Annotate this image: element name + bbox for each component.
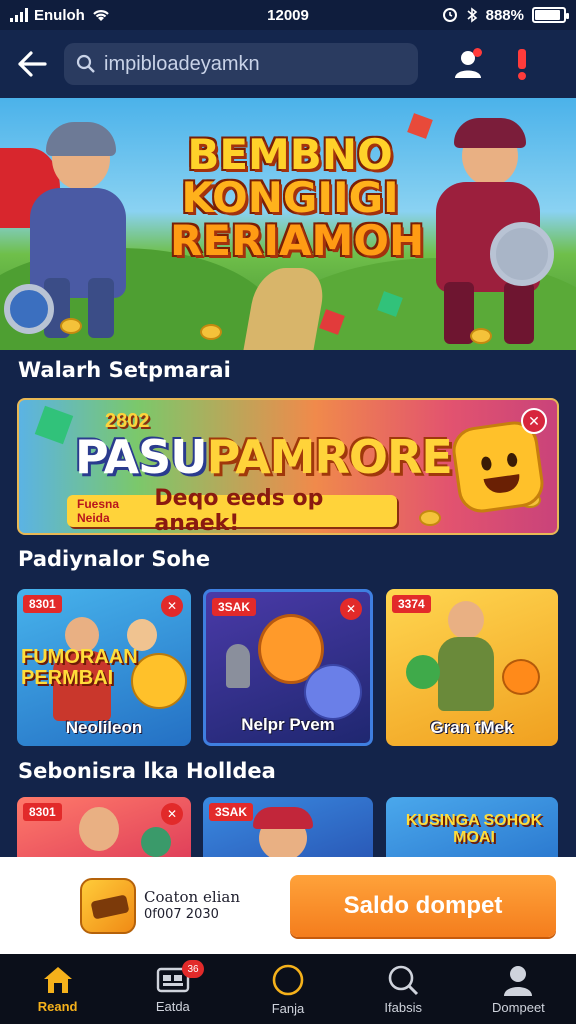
hero-banner[interactable]: BEMBNO KONGIIGI RERIAMOH <box>0 98 576 350</box>
game-card[interactable]: 3SAK <box>203 797 373 857</box>
nav-label-search: Ifabsis <box>384 999 422 1015</box>
circle-icon <box>272 964 304 995</box>
promo-close-button[interactable]: ✕ <box>521 408 547 434</box>
nav-label-home: Reand <box>37 998 78 1014</box>
clock: 12009 <box>267 6 309 24</box>
bottom-navigation: Reand Eatda Fanja Ifabsis Dompeet 36 <box>0 954 576 1024</box>
nav-item-circle[interactable]: Fanja <box>230 954 345 1024</box>
hero-title: BEMBNO KONGIIGI RERIAMOH <box>170 130 425 265</box>
game-card[interactable]: KUSINGA SOHOK MOAI <box>386 797 558 857</box>
game-card[interactable]: 3374 Gran tMek <box>386 589 558 746</box>
search-bar[interactable] <box>64 43 418 85</box>
game-card[interactable]: 3SAK ✕ Nelpr Pvem <box>203 589 373 746</box>
promo-subtitle-big: Deqo eeds op anaek! <box>154 486 324 535</box>
promo-title: PASUPAMRORE <box>75 430 453 484</box>
search-icon <box>76 54 95 73</box>
promo-subtitle: Fuesna Neida Deqo eeds op anaek! <box>67 486 397 533</box>
account-notification-dot <box>473 48 482 57</box>
game-card[interactable]: 8301 ✕ FUMORAAN PERMBAI Neolileon <box>17 589 191 746</box>
promo-title-part-1: PASU <box>75 430 208 484</box>
game-label: Gran tMek <box>430 718 514 737</box>
wallet-info: Coaton elian 0f007 2030 <box>144 888 240 923</box>
game-title-art: KUSINGA SOHOK MOAI <box>405 812 543 846</box>
close-icon[interactable]: ✕ <box>161 595 183 617</box>
nav-label-cart: Eatda <box>155 998 190 1014</box>
game-title-art: FUMORAAN PERMBAI <box>21 646 138 689</box>
status-bar: Enuloh 12009 888% <box>0 0 576 30</box>
nav-label-profile: Dompeet <box>492 999 545 1015</box>
wifi-icon <box>93 10 109 21</box>
close-icon[interactable]: ✕ <box>161 803 183 825</box>
game-badge: 8301 <box>23 595 62 613</box>
hero-title-line-3: RERIAMOH <box>170 215 425 265</box>
back-arrow-icon <box>18 51 47 77</box>
wallet-logo <box>80 877 136 934</box>
search-icon <box>388 965 419 995</box>
section-title-featured: Walarh Setpmarai <box>18 358 231 382</box>
wallet-balance-button[interactable]: Saldo dompet <box>290 874 556 937</box>
game-card[interactable]: 8301 ✕ <box>17 797 191 857</box>
alarm-icon <box>442 8 457 22</box>
cart-count-badge: 36 <box>182 960 204 978</box>
close-icon: ✕ <box>528 412 540 429</box>
battery-icon <box>532 7 569 23</box>
nav-label-circle: Fanja <box>271 1000 305 1016</box>
wallet-name: Coaton elian <box>144 888 241 906</box>
profile-icon <box>504 965 533 996</box>
section-title-popular: Padiynalor Sohe <box>18 547 211 571</box>
close-icon[interactable]: ✕ <box>340 598 362 620</box>
wallet-panel: Coaton elian 0f007 2030 Saldo dompet <box>0 857 576 954</box>
left-hero-character <box>0 108 160 348</box>
battery-percent: 888% <box>485 6 524 24</box>
promo-title-part-2: PAMRORE <box>206 430 453 484</box>
back-button[interactable] <box>14 46 50 82</box>
home-icon <box>43 966 72 993</box>
section-title-holiday: Sebonisra lka Holldea <box>18 759 276 783</box>
nav-item-cart[interactable]: Eatda <box>115 954 230 1024</box>
carrier-name: Enuloh <box>34 6 85 24</box>
app-header <box>0 30 576 98</box>
hero-title-line-2: KONGIIGI <box>181 172 399 222</box>
bluetooth-icon <box>467 7 477 23</box>
nav-item-search[interactable]: Ifabsis <box>346 954 461 1024</box>
wallet-date: 0f007 2030 <box>144 906 219 922</box>
account-button[interactable] <box>448 44 488 84</box>
right-hero-character <box>400 112 576 350</box>
game-label: Nelpr Pvem <box>241 715 335 734</box>
game-badge: 3374 <box>392 595 431 613</box>
hero-title-line-1: BEMBNO <box>187 130 393 179</box>
search-input[interactable] <box>104 52 394 76</box>
game-badge: 8301 <box>23 803 62 821</box>
game-badge: 3SAK <box>209 803 254 821</box>
signal-icon <box>10 8 28 22</box>
nav-item-home[interactable]: Reand <box>0 954 115 1024</box>
promo-subtitle-small: Fuesna Neida <box>77 497 120 525</box>
nav-item-profile[interactable]: Dompeet <box>461 954 576 1024</box>
game-badge: 3SAK <box>212 598 257 616</box>
alert-button[interactable] <box>502 44 542 84</box>
game-label: Neolileon <box>65 718 143 737</box>
notification-icon <box>518 49 526 80</box>
promo-banner[interactable]: 2802 PASUPAMRORE Fuesna Neida Deqo eeds … <box>17 398 559 535</box>
